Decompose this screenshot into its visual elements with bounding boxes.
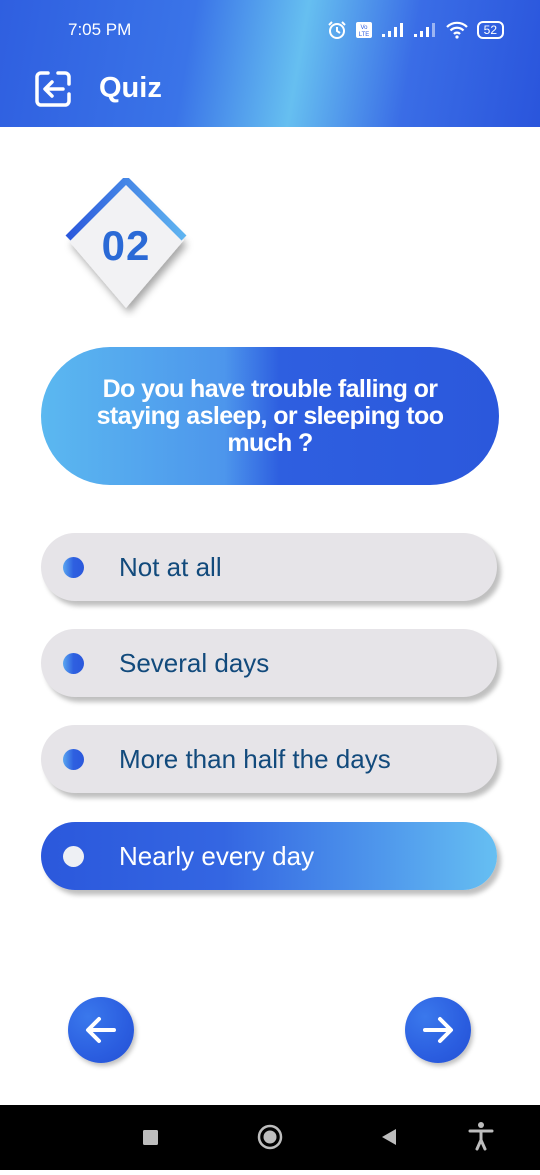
home-icon[interactable] xyxy=(257,1124,283,1150)
page-title: Quiz xyxy=(99,72,162,104)
volte-icon: Vo LTE xyxy=(355,21,373,39)
answer-option-label: Not at all xyxy=(119,552,222,582)
svg-text:Vo: Vo xyxy=(360,25,368,31)
system-nav-bar xyxy=(0,1105,540,1170)
back-triangle-icon[interactable] xyxy=(382,1129,396,1145)
previous-button[interactable] xyxy=(68,997,134,1063)
alarm-icon xyxy=(327,20,347,40)
answer-option[interactable]: More than half the days xyxy=(41,725,497,793)
radio-dot-icon xyxy=(63,846,84,867)
app-header: 7:05 PM Vo LTE 52 Quiz xyxy=(0,0,540,127)
svg-text:LTE: LTE xyxy=(358,32,369,38)
answer-option-label: More than half the days xyxy=(119,744,391,774)
question-text: Do you have trouble falling or staying a… xyxy=(96,374,444,457)
accessibility-icon[interactable] xyxy=(468,1122,494,1151)
radio-dot-icon xyxy=(63,749,84,770)
signal-icon xyxy=(413,22,437,38)
arrow-right-icon xyxy=(423,1017,453,1043)
arrow-left-icon xyxy=(86,1017,116,1043)
next-button[interactable] xyxy=(405,997,471,1063)
battery-level: 52 xyxy=(483,23,497,37)
radio-dot-icon xyxy=(63,557,84,578)
answer-option[interactable]: Several days xyxy=(41,629,497,697)
signal-icon xyxy=(381,22,405,38)
answer-option-label: Nearly every day xyxy=(119,841,315,871)
question-number: 02 xyxy=(101,222,151,269)
recents-icon[interactable] xyxy=(143,1130,158,1145)
answer-option[interactable]: Not at all xyxy=(41,533,497,601)
battery-icon: 52 xyxy=(476,21,504,39)
answer-option-label: Several days xyxy=(119,648,270,678)
status-bar: 7:05 PM Vo LTE 52 xyxy=(0,0,540,60)
status-icons: Vo LTE 52 xyxy=(327,20,504,40)
radio-dot-icon xyxy=(63,653,84,674)
answer-option-selected[interactable]: Nearly every day xyxy=(41,822,497,890)
wifi-icon xyxy=(445,21,469,39)
question-card: Do you have trouble falling or staying a… xyxy=(41,347,499,485)
status-time: 7:05 PM xyxy=(68,20,132,39)
exit-icon[interactable] xyxy=(34,70,72,108)
